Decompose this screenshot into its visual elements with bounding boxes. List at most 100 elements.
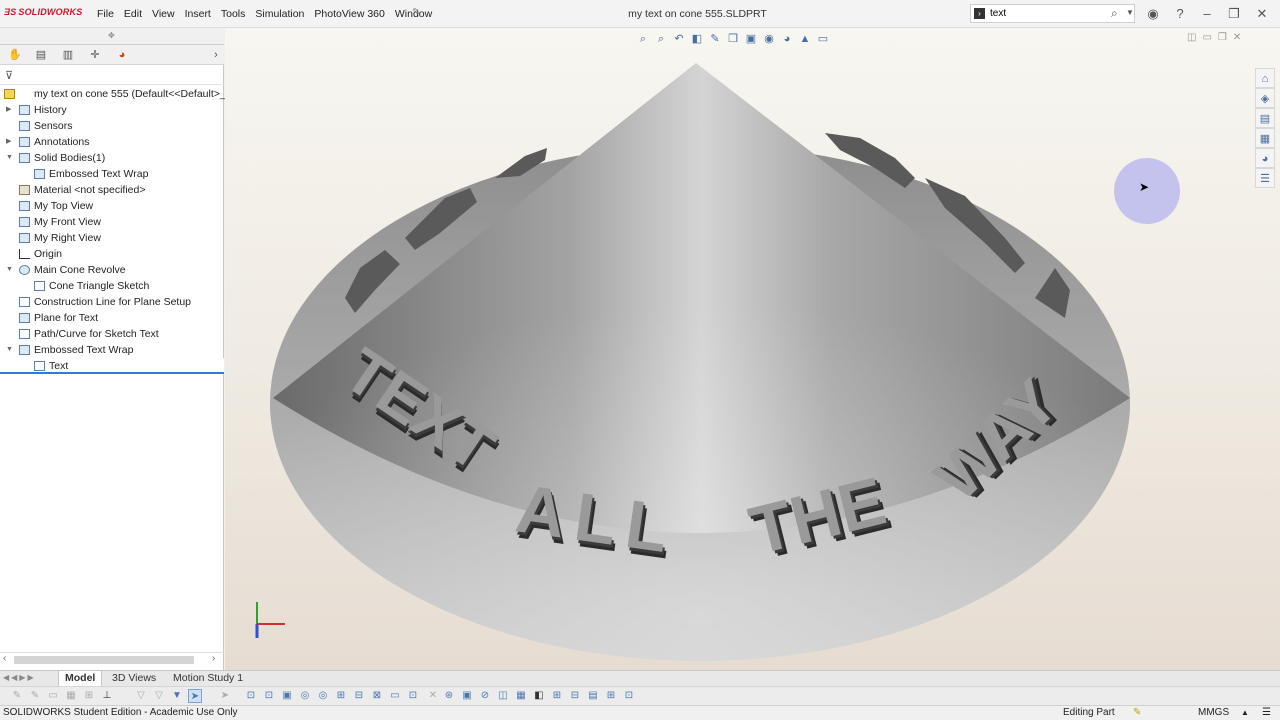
tool-icon[interactable]: ⊠: [370, 689, 384, 703]
tree-item-solid-bodies[interactable]: ▼ Solid Bodies(1): [0, 150, 224, 166]
user-account-icon[interactable]: ◉: [1144, 5, 1162, 23]
tree-item-sensors[interactable]: Sensors: [0, 118, 224, 134]
collapse-icon[interactable]: ▼: [6, 342, 14, 358]
tool-icon[interactable]: ⊟: [568, 689, 582, 703]
tool-icon[interactable]: ✕: [426, 689, 440, 703]
origin-icon: [19, 249, 30, 259]
tab-nav-arrows-icon[interactable]: ◀◀▶▶: [3, 673, 36, 682]
tool-icon[interactable]: ➤: [218, 689, 232, 703]
solid-bodies-icon: [19, 153, 30, 163]
tool-icon[interactable]: ⊡: [406, 689, 420, 703]
units-selector[interactable]: MMGS: [1198, 706, 1229, 720]
wrap-icon: [19, 345, 30, 355]
collapse-icon[interactable]: ▼: [6, 150, 14, 166]
search-commands-box[interactable]: › ⌕ ▼: [970, 4, 1135, 23]
tree-item-embossed-text-wrap[interactable]: ▼ Embossed Text Wrap: [0, 342, 224, 358]
property-manager-tab-icon[interactable]: ▤: [30, 47, 52, 63]
material-icon: [19, 185, 30, 195]
scroll-thumb[interactable]: [14, 656, 194, 664]
panel-tabs: ✋ ▤ ▥ ✛ ◕ ›: [0, 45, 224, 65]
tool-icon[interactable]: ◫: [496, 689, 510, 703]
tree-item-origin[interactable]: Origin: [0, 246, 224, 262]
filter-icon[interactable]: ⊽: [5, 69, 13, 82]
tree-item-annotations[interactable]: ▶ Annotations: [0, 134, 224, 150]
tool-icon[interactable]: ▦: [514, 689, 528, 703]
tool-icon[interactable]: ⊘: [478, 689, 492, 703]
tree-item-body-wrap[interactable]: Embossed Text Wrap: [0, 166, 224, 182]
tab-3d-views[interactable]: 3D Views: [106, 671, 162, 687]
tool-icon[interactable]: ▭: [388, 689, 402, 703]
units-dropdown-icon[interactable]: ▲: [1241, 706, 1249, 720]
tool-icon[interactable]: ✎: [28, 689, 42, 703]
tool-icon[interactable]: ✎: [10, 689, 24, 703]
plane-icon: [19, 313, 30, 323]
tree-item-history[interactable]: ▶ History: [0, 102, 224, 118]
rebuild-icon[interactable]: ✎: [1133, 706, 1141, 720]
expand-arrow-icon[interactable]: ›: [205, 47, 227, 63]
minimize-icon[interactable]: –: [1198, 5, 1216, 23]
tree-item-material[interactable]: Material <not specified>: [0, 182, 224, 198]
expand-icon[interactable]: ▶: [6, 134, 14, 150]
scroll-right-icon[interactable]: ›: [212, 653, 215, 664]
tool-icon[interactable]: ▭: [46, 689, 60, 703]
search-input[interactable]: [990, 6, 1105, 21]
status-edition-text: SOLIDWORKS Student Edition - Academic Us…: [3, 707, 238, 718]
graphics-area[interactable]: ⌕ ⌕ ↶ ◧ ✎ ❒ ▣ ◉ ◕ ▲ ▭ ◫ ▭ ❐ ✕ ⌂ ◈ ▤ ▦ ◕ …: [225, 28, 1280, 670]
status-options-icon[interactable]: ☰: [1262, 706, 1271, 720]
tab-model[interactable]: Model: [58, 671, 103, 687]
tree-item-top-view[interactable]: My Top View: [0, 198, 224, 214]
status-bar: SOLIDWORKS Student Edition - Academic Us…: [0, 705, 1280, 720]
horizontal-scrollbar[interactable]: ‹ ›: [0, 652, 224, 666]
tree-item-right-view[interactable]: My Right View: [0, 230, 224, 246]
tool-icon[interactable]: ◧: [532, 689, 546, 703]
tool-icon[interactable]: ▦: [64, 689, 78, 703]
tool-icon[interactable]: ◎: [316, 689, 330, 703]
restore-icon[interactable]: ❐: [1225, 5, 1243, 23]
tool-icon[interactable]: ▤: [586, 689, 600, 703]
tree-item-front-view[interactable]: My Front View: [0, 214, 224, 230]
tree-item-cone-sketch[interactable]: Cone Triangle Sketch: [0, 278, 224, 294]
close-icon[interactable]: ✕: [1253, 5, 1271, 23]
annotation-icon: [19, 137, 30, 147]
tool-icon[interactable]: ⊞: [82, 689, 96, 703]
tool-icon[interactable]: ⊟: [352, 689, 366, 703]
tool-icon[interactable]: ⊞: [604, 689, 618, 703]
select-tool-icon[interactable]: ➤: [188, 689, 202, 703]
tool-icon[interactable]: ▣: [460, 689, 474, 703]
configuration-manager-tab-icon[interactable]: ▥: [57, 47, 79, 63]
filter-row[interactable]: ⊽: [0, 67, 224, 85]
feature-manager-tab-icon[interactable]: ✋: [4, 47, 26, 63]
tool-icon[interactable]: ▽: [152, 689, 166, 703]
help-icon[interactable]: ?: [1171, 5, 1189, 23]
expand-icon[interactable]: ▶: [6, 102, 14, 118]
tool-icon[interactable]: ⊞: [334, 689, 348, 703]
tool-icon[interactable]: ⊞: [550, 689, 564, 703]
filter-tool-icon[interactable]: ▼: [170, 689, 184, 703]
tool-icon[interactable]: ⊡: [262, 689, 276, 703]
search-icon[interactable]: ⌕: [1111, 6, 1118, 21]
chevron-down-icon[interactable]: ▼: [1126, 8, 1134, 17]
tree-root[interactable]: my text on cone 555 (Default<<Default>_: [0, 86, 226, 102]
tool-icon[interactable]: ▽: [134, 689, 148, 703]
part-icon: [4, 89, 15, 99]
tree-item-plane-for-text[interactable]: Plane for Text: [0, 310, 224, 326]
tool-icon[interactable]: ⊡: [622, 689, 636, 703]
tool-icon[interactable]: ◎: [298, 689, 312, 703]
tool-icon[interactable]: ⊥: [100, 689, 114, 703]
tool-icon[interactable]: ▣: [280, 689, 294, 703]
collapse-icon[interactable]: ▼: [6, 262, 14, 278]
tree-item-main-cone-revolve[interactable]: ▼ Main Cone Revolve: [0, 262, 224, 278]
feature-manager-panel: ✋ ▤ ▥ ✛ ◕ › ⊽ my text on cone 555 (Defau…: [0, 45, 226, 670]
scroll-left-icon[interactable]: ‹: [3, 653, 6, 664]
tab-motion-study[interactable]: Motion Study 1: [167, 671, 249, 687]
tree-item-construction-line[interactable]: Construction Line for Plane Setup: [0, 294, 224, 310]
tree-item-text[interactable]: Text: [0, 358, 224, 374]
plane-icon: [19, 201, 30, 211]
display-manager-tab-icon[interactable]: ◕: [111, 47, 133, 63]
grip-icon[interactable]: ✥: [108, 31, 115, 40]
tool-icon[interactable]: ⊛: [442, 689, 456, 703]
body-icon: [34, 169, 45, 179]
dimxpert-tab-icon[interactable]: ✛: [84, 47, 106, 63]
tree-item-path-curve[interactable]: Path/Curve for Sketch Text: [0, 326, 224, 342]
tool-icon[interactable]: ⊡: [244, 689, 258, 703]
